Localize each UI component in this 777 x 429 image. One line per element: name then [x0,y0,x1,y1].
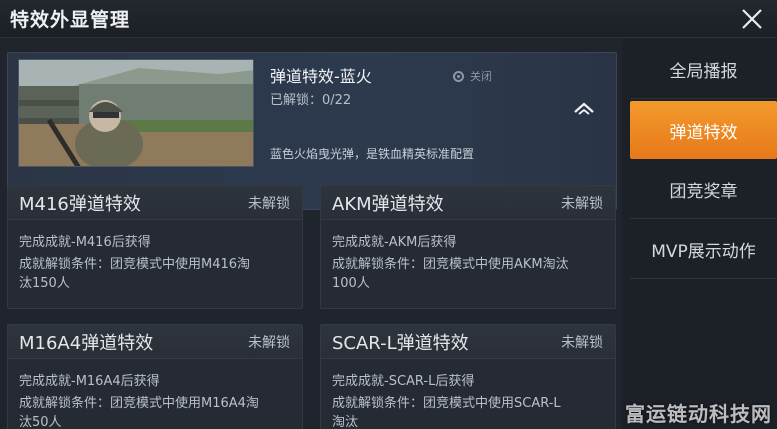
lock-status: 未解锁 [248,196,290,212]
card-title: SCAR-L弹道特效 [332,333,469,354]
lock-status: 未解锁 [561,196,603,212]
card-unlock-method: 完成成就-AKM后获得 [332,235,457,250]
chevron-up-icon [574,102,594,115]
card-title: M16A4弹道特效 [19,333,154,354]
toggle-radio-icon [453,70,464,82]
lock-status: 未解锁 [248,335,290,351]
effect-card-m16a4[interactable]: M16A4弹道特效 未解锁 完成成就-M16A4后获得 成就解锁条件：团竞模式中… [7,324,303,429]
card-unlock-method: 完成成就-M16A4后获得 [19,374,160,389]
featured-effect-title: 弹道特效-蓝火 [270,67,372,86]
featured-effect-description: 蓝色火焰曳光弹，是铁血精英标准配置 [270,147,475,161]
card-header: M416弹道特效 未解锁 [8,186,302,220]
main-panel: 弹道特效-蓝火 已解锁：0/22 关闭 蓝色火焰曳光弹，是铁血精英标准配置 M4… [0,38,622,429]
card-unlock-condition: 成就解锁条件：团竞模式中使用AKM淘汰100人 [332,257,569,291]
toggle-label: 关闭 [470,70,492,83]
effect-card-m416[interactable]: M416弹道特效 未解锁 完成成就-M416后获得 成就解锁条件：团竞模式中使用… [7,185,303,309]
watermark-text: 富运链动科技网 [625,402,772,426]
sidebar-item-label: 弹道特效 [669,122,738,143]
category-sidebar: 全局播报 弹道特效 团竞奖章 MVP展示动作 [622,38,777,429]
sidebar-item-ballistic-effects[interactable]: 弹道特效 [630,101,777,159]
card-header: M16A4弹道特效 未解锁 [8,325,302,359]
effect-preview-image [18,59,254,167]
card-unlock-condition: 成就解锁条件：团竞模式中使用M16A4淘汰50人 [19,396,259,429]
card-header: SCAR-L弹道特效 未解锁 [321,325,615,359]
card-unlock-condition: 成就解锁条件：团竞模式中使用M416淘汰150人 [19,257,251,291]
lock-status: 未解锁 [561,335,603,351]
sidebar-item-global-broadcast[interactable]: 全局播报 [630,41,777,99]
sidebar-item-label: 团竞奖章 [669,182,738,202]
close-button[interactable] [737,4,767,34]
sidebar-item-label: 全局播报 [669,62,738,82]
sidebar-item-label: MVP展示动作 [651,242,756,262]
card-unlock-method: 完成成就-M416后获得 [19,235,151,250]
collapse-button[interactable] [571,97,597,123]
sidebar-item-mvp-emotes[interactable]: MVP展示动作 [630,221,777,279]
header-bar: 特效外显管理 [0,0,777,38]
sidebar-item-tdm-medals[interactable]: 团竞奖章 [630,161,777,219]
unlock-progress: 已解锁：0/22 [270,93,352,108]
effect-card-akm[interactable]: AKM弹道特效 未解锁 完成成就-AKM后获得 成就解锁条件：团竞模式中使用AK… [320,185,616,309]
close-icon [742,9,762,29]
card-unlock-method: 完成成就-SCAR-L后获得 [332,374,475,389]
effect-toggle[interactable]: 关闭 [453,67,492,85]
card-title: AKM弹道特效 [332,194,444,215]
page-title: 特效外显管理 [10,9,131,31]
card-unlock-condition: 成就解锁条件：团竞模式中使用SCAR-L淘汰 [332,396,561,429]
card-header: AKM弹道特效 未解锁 [321,186,615,220]
card-title: M416弹道特效 [19,194,141,215]
effect-card-scar-l[interactable]: SCAR-L弹道特效 未解锁 完成成就-SCAR-L后获得 成就解锁条件：团竞模… [320,324,616,429]
